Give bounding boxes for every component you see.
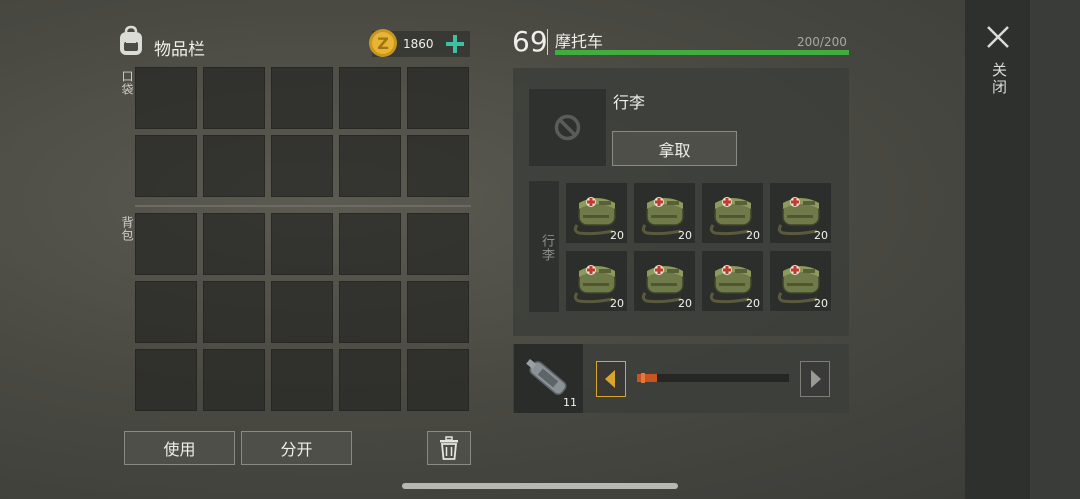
- item-count: 20: [678, 297, 692, 310]
- trunk-item-slot[interactable]: 20: [565, 182, 628, 244]
- vehicle-level: 69: [512, 25, 548, 58]
- pocket-slot[interactable]: [203, 67, 265, 129]
- pocket-slot[interactable]: [407, 135, 469, 197]
- pocket-slot[interactable]: [135, 67, 197, 129]
- home-indicator[interactable]: [402, 483, 678, 489]
- trunk-item-slot[interactable]: 20: [633, 182, 696, 244]
- backpack-slot[interactable]: [339, 281, 401, 343]
- trunk-side-label: 行李: [539, 234, 554, 262]
- backpack-slot[interactable]: [203, 213, 265, 275]
- add-coins-button[interactable]: [444, 33, 466, 55]
- use-button[interactable]: 使用: [124, 431, 235, 465]
- fuel-count: 11: [563, 396, 577, 409]
- trunk-item-slot[interactable]: 20: [701, 182, 764, 244]
- pocket-label: 口袋: [120, 70, 134, 96]
- trunk-item-slot[interactable]: 20: [633, 250, 696, 312]
- take-button[interactable]: 拿取: [612, 131, 737, 166]
- item-count: 20: [814, 297, 828, 310]
- trunk-item-slot[interactable]: 20: [769, 250, 832, 312]
- vehicle-durability: 200/200: [797, 35, 847, 49]
- delete-button[interactable]: [427, 431, 471, 465]
- pocket-slot[interactable]: [271, 135, 333, 197]
- amount-slider-fill: [637, 374, 657, 382]
- item-count: 20: [610, 229, 624, 242]
- backpack-slot[interactable]: [407, 213, 469, 275]
- backpack-slot[interactable]: [135, 349, 197, 411]
- svg-text:Z: Z: [377, 34, 389, 53]
- blocked-icon: [554, 114, 581, 141]
- amount-slider-handle[interactable]: [641, 373, 645, 383]
- backpack-label: 背包: [120, 216, 134, 242]
- backpack-slot[interactable]: [407, 349, 469, 411]
- close-label: 关闭: [990, 62, 1008, 96]
- inventory-title: 物品栏: [154, 40, 205, 60]
- trunk-item-slot[interactable]: 20: [769, 182, 832, 244]
- item-count: 20: [814, 229, 828, 242]
- coin-icon: Z: [368, 28, 398, 58]
- increase-button[interactable]: [800, 361, 830, 397]
- backpack-slot[interactable]: [271, 281, 333, 343]
- pocket-slot[interactable]: [339, 67, 401, 129]
- arrow-left-icon: [605, 370, 615, 388]
- pocket-slot[interactable]: [135, 135, 197, 197]
- arrow-right-icon: [811, 370, 821, 388]
- backpack-slot[interactable]: [339, 349, 401, 411]
- durability-bar-fill: [555, 50, 849, 55]
- pocket-slot[interactable]: [407, 67, 469, 129]
- backpack-slot[interactable]: [271, 349, 333, 411]
- backpack-slot[interactable]: [203, 281, 265, 343]
- backpack-slot[interactable]: [339, 213, 401, 275]
- level-divider: [547, 29, 548, 55]
- plus-icon: [446, 35, 464, 53]
- trash-icon: [440, 436, 458, 460]
- trunk-item-slot[interactable]: 20: [565, 250, 628, 312]
- vehicle-name: 摩托车: [555, 32, 604, 51]
- empty-slot-preview: [529, 89, 606, 166]
- pocket-slot[interactable]: [203, 135, 265, 197]
- close-icon: [987, 26, 1009, 48]
- backpack-slot[interactable]: [271, 213, 333, 275]
- pocket-slot[interactable]: [339, 135, 401, 197]
- durability-bar-track: [555, 50, 849, 55]
- amount-slider-track[interactable]: [637, 373, 789, 383]
- side-strip-edge: [1030, 0, 1080, 499]
- item-count: 20: [746, 297, 760, 310]
- item-count: 20: [678, 229, 692, 242]
- coin-count: 1860: [403, 37, 434, 51]
- trunk-item-slot[interactable]: 20: [701, 250, 764, 312]
- fuel-slot[interactable]: 11: [514, 344, 583, 413]
- section-divider: [135, 205, 471, 207]
- decrease-button[interactable]: [596, 361, 626, 397]
- backpack-slot[interactable]: [135, 213, 197, 275]
- close-button[interactable]: 关闭: [983, 22, 1013, 102]
- trunk-title: 行李: [613, 93, 646, 112]
- split-button[interactable]: 分开: [241, 431, 352, 465]
- pocket-slot[interactable]: [271, 67, 333, 129]
- item-count: 20: [746, 229, 760, 242]
- item-count: 20: [610, 297, 624, 310]
- backpack-slot[interactable]: [407, 281, 469, 343]
- backpack-slot[interactable]: [135, 281, 197, 343]
- backpack-slot[interactable]: [203, 349, 265, 411]
- backpack-icon: [116, 25, 146, 57]
